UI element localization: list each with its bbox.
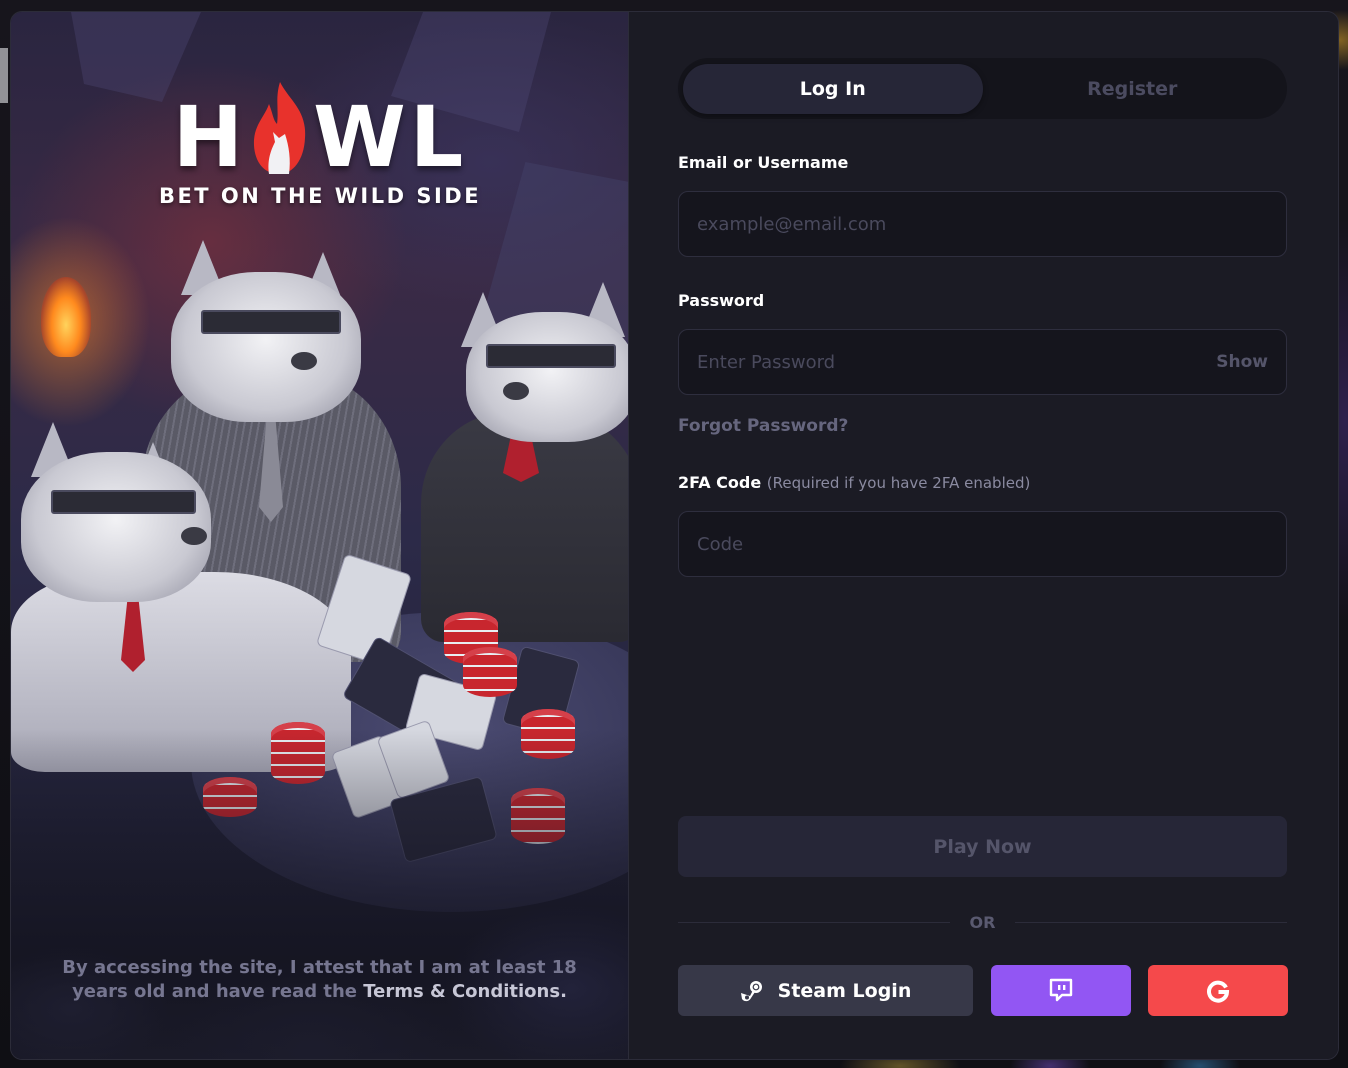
logo-text-left: H xyxy=(172,88,248,186)
google-login-button[interactable] xyxy=(1148,965,1288,1016)
or-divider: OR xyxy=(678,910,1288,934)
password-input[interactable] xyxy=(697,351,1217,373)
auth-modal: H WL BET ON THE WILD SIDE By accessing th… xyxy=(10,11,1339,1060)
tagline: BET ON THE WILD SIDE xyxy=(158,184,482,208)
password-label: Password xyxy=(678,291,765,310)
tab-login[interactable]: Log In xyxy=(683,63,983,114)
steam-login-button[interactable]: Steam Login xyxy=(678,965,973,1016)
divider-line xyxy=(678,921,950,923)
password-field-wrapper: Show xyxy=(678,329,1287,395)
howl-logo: H WL xyxy=(11,80,628,179)
promo-art-panel: H WL BET ON THE WILD SIDE By accessing th… xyxy=(11,12,629,1059)
email-label: Email or Username xyxy=(678,153,849,172)
login-form-panel: Log In Register Email or Username Passwo… xyxy=(629,12,1338,1059)
twitch-icon xyxy=(1049,978,1073,1004)
foliage-foreground xyxy=(11,729,628,1059)
show-password-toggle[interactable]: Show xyxy=(1216,352,1268,372)
steam-login-label: Steam Login xyxy=(777,979,912,1002)
auth-tabs: Log In Register xyxy=(678,58,1287,119)
wolf-character-left xyxy=(11,422,361,772)
twofa-label-text: 2FA Code xyxy=(678,473,762,492)
divider-line xyxy=(1015,921,1288,923)
twofa-code-input[interactable] xyxy=(697,533,1268,555)
terms-link[interactable]: Terms & Conditions. xyxy=(363,981,567,1002)
twofa-field-wrapper xyxy=(678,511,1287,577)
play-now-button[interactable]: Play Now xyxy=(678,816,1287,877)
flame-wolf-logo-icon xyxy=(249,80,311,176)
twitch-login-button[interactable] xyxy=(991,965,1131,1016)
wolf-character-right xyxy=(411,282,628,642)
or-label: OR xyxy=(969,912,996,932)
email-field-wrapper xyxy=(678,191,1287,257)
twofa-hint: (Required if you have 2FA enabled) xyxy=(766,474,1031,492)
torch-flame xyxy=(41,277,91,357)
age-disclaimer: By accessing the site, I attest that I a… xyxy=(51,956,588,1004)
background-edge xyxy=(0,48,8,103)
chip-stack xyxy=(463,647,517,697)
google-icon xyxy=(1206,979,1230,1003)
steam-icon xyxy=(740,979,764,1003)
logo-text-right: WL xyxy=(313,88,468,186)
forgot-password-link[interactable]: Forgot Password? xyxy=(678,416,848,436)
email-input[interactable] xyxy=(697,213,1268,235)
twofa-label: 2FA Code (Required if you have 2FA enabl… xyxy=(678,473,1030,492)
tab-register[interactable]: Register xyxy=(983,64,1283,114)
